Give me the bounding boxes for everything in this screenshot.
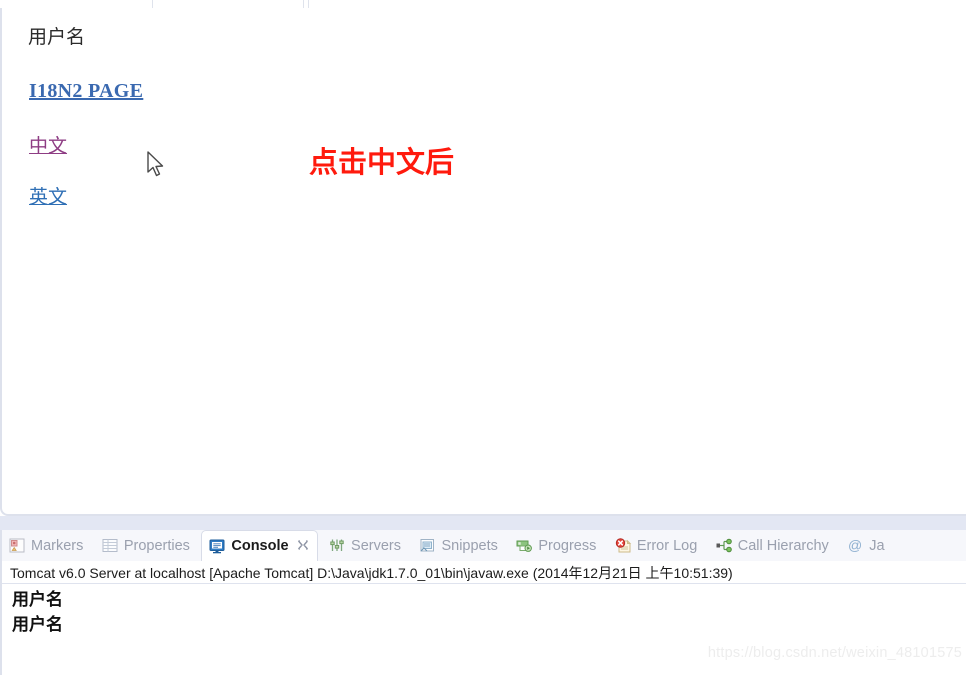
tab-properties[interactable]: Properties <box>95 530 197 561</box>
tab-error-log[interactable]: Error Log <box>608 530 704 561</box>
page-heading: 用户名 <box>28 26 86 48</box>
markers-icon <box>9 538 26 553</box>
tab-markers[interactable]: Markers <box>2 530 90 561</box>
servers-icon <box>329 538 346 553</box>
link-i18n2-page[interactable]: I18N2 PAGE <box>29 80 143 103</box>
panel-divider[interactable] <box>0 516 966 530</box>
tab-label: Markers <box>31 537 84 554</box>
tab-label: Progress <box>538 537 597 554</box>
progress-icon <box>516 538 533 553</box>
tab-servers[interactable]: Servers <box>322 530 408 561</box>
console-output-line: 用户名 <box>12 615 63 635</box>
browser-content-panel: 用户名 I18N2 PAGE 中文 英文 点击中文后 <box>0 8 966 516</box>
snippets-icon <box>419 538 436 553</box>
tab-label: Properties <box>123 537 190 554</box>
console-process-line: Tomcat v6.0 Server at localhost [Apache … <box>2 561 966 584</box>
tab-console[interactable]: Console <box>201 530 318 561</box>
watermark: https://blog.csdn.net/weixin_48101575 <box>707 645 962 661</box>
tab-snippets[interactable]: Snippets <box>412 530 504 561</box>
tab-label: Call Hierarchy <box>737 537 829 554</box>
error-log-icon <box>615 538 632 553</box>
console-output-line: 用户名 <box>12 590 63 610</box>
tab-label: Error Log <box>636 537 698 554</box>
console-icon <box>209 539 226 554</box>
tab-progress[interactable]: Progress <box>509 530 603 561</box>
eclipse-console-view: Markers Properties Console Servers Snipp… <box>0 530 966 675</box>
close-icon[interactable] <box>296 539 310 553</box>
annotation-click-chinese: 点击中文后 <box>309 145 455 179</box>
tab-label: Servers <box>351 537 401 554</box>
view-tab-bar: Markers Properties Console Servers Snipp… <box>2 530 966 561</box>
tab-javadoc[interactable]: @ Ja <box>840 530 891 561</box>
arrow-pointer-icon <box>147 151 164 177</box>
tab-call-hierarchy[interactable]: Call Hierarchy <box>709 530 836 561</box>
link-chinese[interactable]: 中文 <box>29 131 67 158</box>
call-hierarchy-icon <box>716 538 733 553</box>
tab-label: Snippets <box>441 537 498 554</box>
svg-text:@: @ <box>848 538 862 553</box>
link-english[interactable]: 英文 <box>29 182 67 209</box>
tab-label: Console <box>231 538 289 554</box>
tab-label: Ja <box>869 537 885 554</box>
properties-icon <box>102 538 119 553</box>
javadoc-icon: @ <box>847 537 864 553</box>
console-output[interactable]: 用户名 用户名 <box>2 584 966 638</box>
